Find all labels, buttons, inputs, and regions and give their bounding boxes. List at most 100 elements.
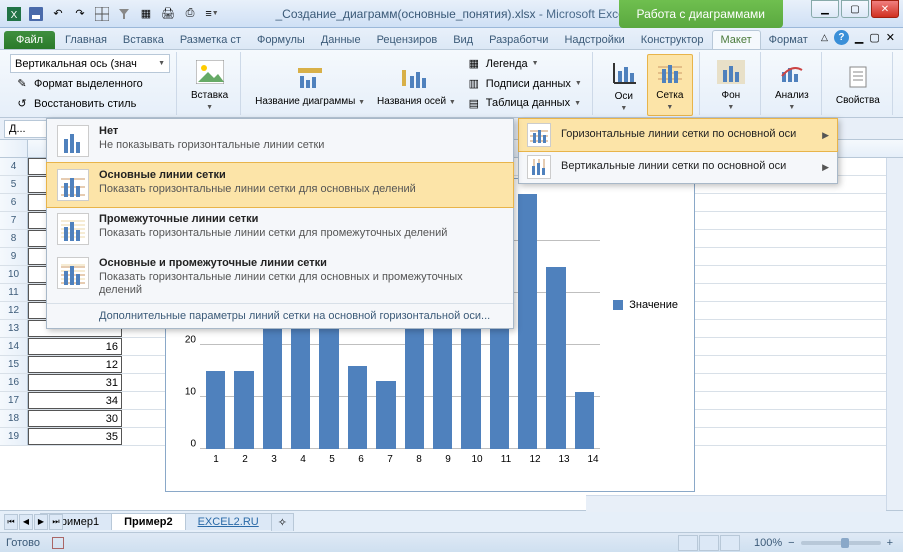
table-icon[interactable]: [92, 4, 112, 24]
background-button[interactable]: Фон▼: [708, 54, 754, 115]
gridlines-button[interactable]: Сетка▼: [647, 54, 693, 116]
zoom-in-button[interactable]: +: [887, 537, 893, 549]
row-header[interactable]: 6: [0, 194, 28, 211]
menu-gridlines-both[interactable]: Основные и промежуточные линии сеткиПока…: [47, 251, 513, 303]
sheet-nav-prev[interactable]: ◀: [19, 514, 33, 530]
help-icon[interactable]: ?: [834, 30, 849, 45]
minimize-ribbon-icon[interactable]: △: [821, 32, 828, 43]
redo-icon[interactable]: ↷: [70, 4, 90, 24]
axis-titles-button[interactable]: Названия осей ▼: [371, 54, 462, 116]
row-header[interactable]: 17: [0, 392, 28, 409]
chart-legend[interactable]: Значение: [613, 299, 678, 311]
macro-record-icon[interactable]: [52, 537, 64, 549]
cell[interactable]: 16: [28, 338, 122, 355]
view-page-layout-button[interactable]: [699, 535, 719, 551]
tab-view[interactable]: Вид: [445, 31, 481, 49]
horizontal-scrollbar[interactable]: [586, 495, 886, 512]
sheet-nav-first[interactable]: ⏮: [4, 514, 18, 530]
row-header[interactable]: 8: [0, 230, 28, 247]
tab-data[interactable]: Данные: [313, 31, 369, 49]
excel-icon[interactable]: X: [4, 4, 24, 24]
row-header[interactable]: 15: [0, 356, 28, 373]
row-header[interactable]: 7: [0, 212, 28, 229]
chart-bar[interactable]: [234, 371, 253, 449]
tab-formulas[interactable]: Формулы: [249, 31, 313, 49]
format-selection-button[interactable]: ✎Формат выделенного: [10, 74, 170, 93]
sheet-nav-next[interactable]: ▶: [34, 514, 48, 530]
zoom-slider[interactable]: [801, 541, 881, 545]
chart-bar[interactable]: [575, 392, 594, 449]
chart-bar[interactable]: [376, 381, 395, 449]
tab-addins[interactable]: Надстройки: [556, 31, 632, 49]
row-header[interactable]: 16: [0, 374, 28, 391]
data-table-button[interactable]: ▤Таблица данных ▼: [462, 93, 586, 113]
filter-icon[interactable]: [114, 4, 134, 24]
maximize-workbook-icon[interactable]: ▢: [869, 31, 879, 44]
menu-vertical-gridlines[interactable]: Вертикальные линии сетки по основной оси…: [519, 151, 837, 183]
tab-insert[interactable]: Вставка: [115, 31, 172, 49]
chart-bar[interactable]: [348, 366, 367, 449]
gallery-icon[interactable]: ▦: [136, 4, 156, 24]
tab-home[interactable]: Главная: [57, 31, 115, 49]
axes-button[interactable]: Оси▼: [601, 54, 647, 116]
close-button[interactable]: ✕: [871, 0, 899, 18]
tab-file[interactable]: Файл: [4, 31, 55, 49]
new-sheet-button[interactable]: ✧: [271, 513, 294, 531]
zoom-out-button[interactable]: −: [788, 537, 794, 549]
minimize-button[interactable]: ▁: [811, 0, 839, 18]
print-icon[interactable]: ⎙: [180, 4, 200, 24]
legend-button[interactable]: ▦Легенда ▼: [462, 54, 586, 74]
cell[interactable]: 35: [28, 428, 122, 445]
sheet-tab[interactable]: Пример2: [111, 513, 185, 530]
reset-style-button[interactable]: ↺Восстановить стиль: [10, 94, 170, 113]
cell[interactable]: 34: [28, 392, 122, 409]
cell[interactable]: 12: [28, 356, 122, 373]
qat-more-icon[interactable]: ≡▼: [202, 4, 222, 24]
tab-developer[interactable]: Разработчи: [481, 31, 556, 49]
sheet-nav-last[interactable]: ⏭: [49, 514, 63, 530]
menu-gridlines-none[interactable]: НетНе показывать горизонтальные линии се…: [47, 119, 513, 163]
row-header[interactable]: 9: [0, 248, 28, 265]
chart-title-button[interactable]: Название диаграммы ▼: [249, 54, 371, 116]
data-labels-button[interactable]: ▥Подписи данных ▼: [462, 74, 586, 94]
row-header[interactable]: 19: [0, 428, 28, 445]
menu-horizontal-gridlines[interactable]: Горизонтальные линии сетки по основной о…: [518, 118, 838, 152]
analysis-button[interactable]: Анализ▼: [769, 54, 815, 115]
save-icon[interactable]: [26, 4, 46, 24]
cell[interactable]: 31: [28, 374, 122, 391]
tab-review[interactable]: Рецензиров: [369, 31, 446, 49]
row-header[interactable]: 11: [0, 284, 28, 301]
cell[interactable]: 30: [28, 410, 122, 427]
tab-chart-design[interactable]: Конструктор: [633, 31, 712, 49]
row-header[interactable]: 10: [0, 266, 28, 283]
close-workbook-icon[interactable]: ✕: [886, 31, 895, 44]
row-header[interactable]: 5: [0, 176, 28, 193]
chart-bar[interactable]: [206, 371, 225, 449]
chart-bar[interactable]: [546, 267, 565, 449]
row-header[interactable]: 12: [0, 302, 28, 319]
menu-gridlines-major[interactable]: Основные линии сеткиПоказать горизонталь…: [46, 162, 514, 208]
tab-chart-format[interactable]: Формат: [761, 31, 816, 49]
tab-layout[interactable]: Разметка ст: [172, 31, 249, 49]
restore-workbook-icon[interactable]: ▁: [855, 31, 863, 44]
tab-chart-layout[interactable]: Макет: [712, 30, 761, 49]
properties-button[interactable]: Свойства: [830, 54, 886, 113]
undo-icon[interactable]: ↶: [48, 4, 68, 24]
vertical-scrollbar[interactable]: [886, 158, 903, 510]
row-header[interactable]: 13: [0, 320, 28, 337]
gridlines-options-menu: НетНе показывать горизонтальные линии се…: [46, 118, 514, 329]
chart-bar[interactable]: [518, 194, 537, 449]
menu-gridlines-minor[interactable]: Промежуточные линии сеткиПоказать горизо…: [47, 207, 513, 251]
row-header[interactable]: 14: [0, 338, 28, 355]
print-preview-icon[interactable]: 🖨: [158, 4, 178, 24]
row-header[interactable]: 4: [0, 158, 28, 175]
sheet-tab[interactable]: EXCEL2.RU: [185, 513, 272, 530]
zoom-level[interactable]: 100%: [754, 537, 782, 549]
view-page-break-button[interactable]: [720, 535, 740, 551]
chart-element-selector[interactable]: Вертикальная ось (знач▼: [10, 54, 170, 73]
insert-button[interactable]: Вставка▼: [185, 54, 234, 115]
view-normal-button[interactable]: [678, 535, 698, 551]
maximize-button[interactable]: ▢: [841, 0, 869, 18]
menu-gridlines-more[interactable]: Дополнительные параметры линий сетки на …: [47, 303, 513, 328]
row-header[interactable]: 18: [0, 410, 28, 427]
